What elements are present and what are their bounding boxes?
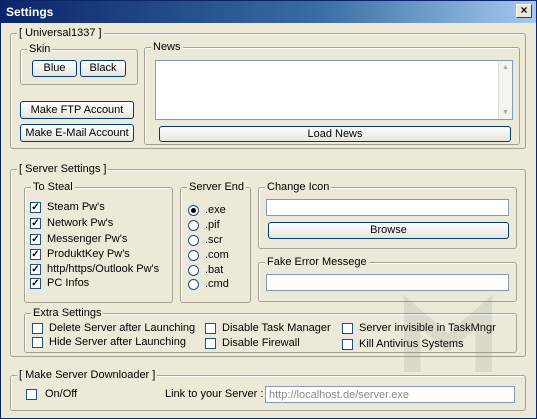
close-button[interactable]: × <box>516 4 532 18</box>
scroll-down-icon[interactable]: ▼ <box>499 106 512 119</box>
server-end-cmd-label: .cmd <box>205 278 229 290</box>
server-end-bat-radio[interactable] <box>188 264 199 276</box>
skin-group-legend: Skin <box>27 43 53 55</box>
steal-produktkey-label: ProduktKey Pw's <box>47 248 130 260</box>
change-icon-legend: Change Icon <box>265 181 332 193</box>
server-end-exe-option[interactable]: .exe <box>188 204 226 216</box>
extra-disable-taskmgr-checkbox[interactable] <box>205 322 216 334</box>
server-end-exe-label: .exe <box>205 204 226 216</box>
extra-disable-taskmgr-label: Disable Task Manager <box>222 322 331 334</box>
downloader-onoff-checkbox[interactable] <box>26 388 37 400</box>
extra-disable-firewall-checkbox[interactable] <box>205 337 216 349</box>
server-end-legend: Server End <box>187 181 247 193</box>
server-end-scr-option[interactable]: .scr <box>188 234 223 246</box>
server-settings-legend: [ Server Settings ] <box>17 163 109 175</box>
server-end-scr-label: .scr <box>205 234 223 246</box>
server-end-com-option[interactable]: .com <box>188 249 229 261</box>
icon-path-input[interactable] <box>266 199 509 216</box>
watermark-logo-icon <box>404 295 492 372</box>
steal-messenger-checkbox[interactable]: ✓ <box>30 233 41 245</box>
server-end-bat-option[interactable]: .bat <box>188 264 223 276</box>
extra-disable-firewall-option[interactable]: Disable Firewall <box>205 337 300 349</box>
make-email-account-button[interactable]: Make E-Mail Account <box>20 124 134 142</box>
extra-delete-server-option[interactable]: Delete Server after Launching <box>32 322 195 334</box>
server-end-bat-label: .bat <box>205 264 224 276</box>
steal-pcinfos-label: PC Infos <box>47 277 90 289</box>
steal-steam-label: Steam Pw's <box>47 201 105 213</box>
extra-invisible-taskmngr-checkbox[interactable] <box>342 322 353 334</box>
steal-steam-checkbox[interactable]: ✓ <box>30 201 41 213</box>
steal-http-option[interactable]: ✓ http/https/Outlook Pw's <box>30 263 159 275</box>
steal-http-label: http/https/Outlook Pw's <box>47 263 160 275</box>
server-end-cmd-radio[interactable] <box>188 278 199 290</box>
window-title: Settings <box>6 5 54 19</box>
steal-network-option[interactable]: ✓ Network Pw's <box>30 217 113 229</box>
extra-settings-legend: Extra Settings <box>31 307 104 319</box>
server-end-scr-radio[interactable] <box>188 234 199 246</box>
browse-button[interactable]: Browse <box>268 222 509 239</box>
account-group-legend: [ Universal1337 ] <box>17 27 104 39</box>
steal-messenger-option[interactable]: ✓ Messenger Pw's <box>30 233 127 245</box>
extra-hide-server-label: Hide Server after Launching <box>49 336 186 348</box>
news-scrollbar[interactable]: ▲ ▼ <box>498 61 512 119</box>
server-end-exe-radio[interactable] <box>188 204 199 216</box>
make-ftp-account-button[interactable]: Make FTP Account <box>20 101 134 119</box>
extra-hide-server-checkbox[interactable] <box>32 336 43 348</box>
server-end-pif-radio[interactable] <box>188 219 199 231</box>
server-end-com-radio[interactable] <box>188 249 199 261</box>
news-textarea[interactable]: ▲ ▼ <box>155 60 513 120</box>
extra-disable-firewall-label: Disable Firewall <box>222 337 300 349</box>
server-end-cmd-option[interactable]: .cmd <box>188 278 229 290</box>
server-link-input[interactable]: http://localhost.de/server.exe <box>265 386 515 403</box>
change-icon-group: Change Icon <box>258 181 517 249</box>
extra-kill-antivirus-checkbox[interactable] <box>342 338 353 350</box>
downloader-onoff-option[interactable]: On/Off <box>26 388 77 400</box>
scroll-up-icon[interactable]: ▲ <box>499 61 512 74</box>
to-steal-legend: To Steal <box>31 181 75 193</box>
extra-delete-server-checkbox[interactable] <box>32 322 43 334</box>
settings-window: Settings × [ Universal1337 ] Skin Blue B… <box>0 0 537 419</box>
skin-blue-button[interactable]: Blue <box>32 60 77 77</box>
fake-error-legend: Fake Error Messege <box>265 256 369 268</box>
steal-steam-option[interactable]: ✓ Steam Pw's <box>30 201 105 213</box>
skin-black-button[interactable]: Black <box>80 60 126 77</box>
title-bar[interactable]: Settings × <box>1 1 536 23</box>
extra-hide-server-option[interactable]: Hide Server after Launching <box>32 336 186 348</box>
server-end-pif-option[interactable]: .pif <box>188 219 220 231</box>
close-icon: × <box>520 3 528 17</box>
steal-pcinfos-checkbox[interactable]: ✓ <box>30 277 41 289</box>
steal-produktkey-option[interactable]: ✓ ProduktKey Pw's <box>30 248 130 260</box>
steal-produktkey-checkbox[interactable]: ✓ <box>30 248 41 260</box>
extra-disable-taskmgr-option[interactable]: Disable Task Manager <box>205 322 331 334</box>
load-news-button[interactable]: Load News <box>159 126 511 142</box>
steal-network-checkbox[interactable]: ✓ <box>30 217 41 229</box>
server-end-pif-label: .pif <box>205 219 220 231</box>
server-link-label: Link to your Server : <box>165 388 264 400</box>
steal-http-checkbox[interactable]: ✓ <box>30 263 41 275</box>
server-downloader-legend: [ Make Server Downloader ] <box>17 369 158 381</box>
downloader-onoff-label: On/Off <box>45 388 78 400</box>
extra-delete-server-label: Delete Server after Launching <box>49 322 196 334</box>
server-end-com-label: .com <box>205 249 229 261</box>
steal-network-label: Network Pw's <box>47 217 114 229</box>
steal-messenger-label: Messenger Pw's <box>47 233 128 245</box>
news-group-legend: News <box>151 41 183 53</box>
steal-pcinfos-option[interactable]: ✓ PC Infos <box>30 277 89 289</box>
